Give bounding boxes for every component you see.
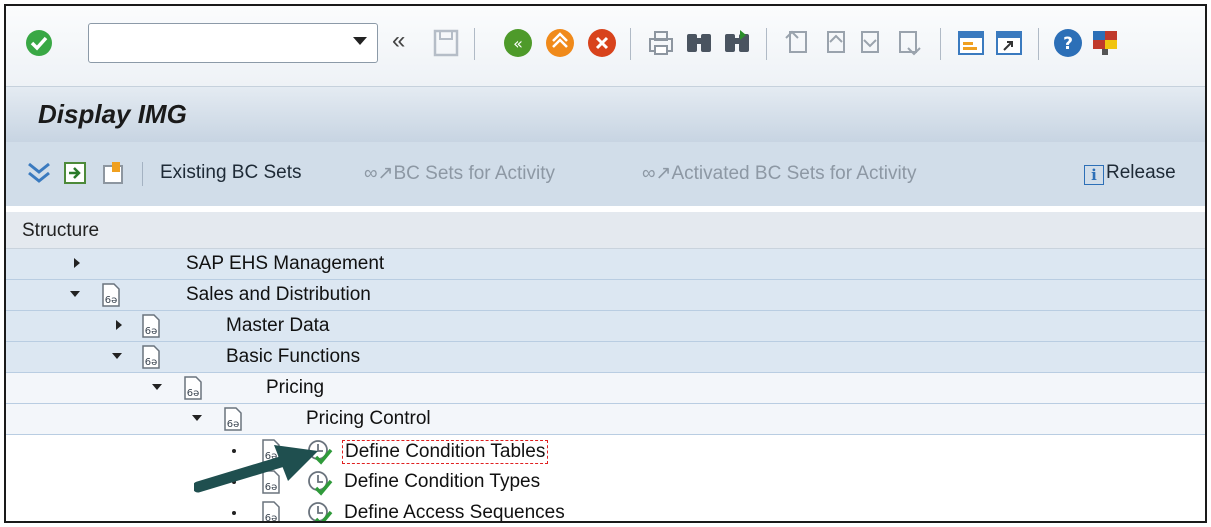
chevron-down-icon[interactable] xyxy=(353,37,367,45)
structure-column-header: Structure xyxy=(22,220,100,241)
bookmark-icon[interactable] xyxy=(100,160,126,186)
command-field[interactable] xyxy=(88,23,378,63)
expand-icon[interactable] xyxy=(74,258,80,268)
svg-text:?: ? xyxy=(1063,34,1073,54)
documentation-icon[interactable]: 6ə xyxy=(182,375,204,401)
page-title: Display IMG xyxy=(38,99,187,129)
bc-sets-glasses-icon: ∞↗ xyxy=(364,163,394,184)
next-page-icon[interactable] xyxy=(858,28,886,58)
tree-node-label: Sales and Distribution xyxy=(186,284,371,305)
tree-node-label: Pricing xyxy=(266,377,325,398)
svg-text:6ə: 6ə xyxy=(227,419,240,430)
info-icon: i xyxy=(1084,165,1104,185)
tree-node-label: Define Condition Types xyxy=(344,471,541,492)
last-page-icon[interactable] xyxy=(896,28,924,58)
collapse-icon[interactable] xyxy=(112,353,122,359)
create-session-icon[interactable] xyxy=(956,28,986,58)
documentation-icon[interactable]: 6ə xyxy=(140,313,162,339)
execute-activity-icon[interactable] xyxy=(306,500,334,523)
tree-row[interactable]: 6ə Define Condition Tables xyxy=(6,436,1205,467)
bc-sets-for-activity-label: BC Sets for Activity xyxy=(393,163,556,184)
layout-icon[interactable] xyxy=(1090,28,1120,58)
existing-bc-sets-button[interactable]: Existing BC Sets xyxy=(160,162,302,184)
tree-row[interactable]: 6ə Pricing xyxy=(6,373,1205,404)
release-label: Release xyxy=(1106,162,1176,183)
system-toolbar: « « ? xyxy=(6,6,1205,86)
svg-text:«: « xyxy=(513,34,523,53)
exit-icon[interactable] xyxy=(544,27,576,59)
help-icon[interactable]: ? xyxy=(1052,27,1084,59)
tree-node-label: Master Data xyxy=(226,315,330,336)
find-icon[interactable] xyxy=(684,28,714,58)
save-icon[interactable] xyxy=(432,28,460,58)
leaf-bullet xyxy=(232,511,236,515)
release-notes-button[interactable]: i Release xyxy=(1084,162,1176,185)
position-icon[interactable] xyxy=(62,160,88,186)
documentation-icon[interactable]: 6ə xyxy=(222,406,244,432)
tree-row[interactable]: 6ə Define Access Sequences xyxy=(6,498,1205,523)
svg-text:6ə: 6ə xyxy=(187,388,200,399)
tree-node-label-selected: Define Condition Tables xyxy=(342,440,549,464)
tree-row[interactable]: 6ə Basic Functions xyxy=(6,342,1205,373)
activated-bc-sets-button[interactable]: ∞↗Activated BC Sets for Activity xyxy=(642,162,916,185)
img-structure-tree: Structure SAP EHS Management 6ə Sales an… xyxy=(6,212,1205,523)
svg-text:6ə: 6ə xyxy=(265,513,278,523)
print-icon[interactable] xyxy=(646,28,676,58)
tree-node-label: Pricing Control xyxy=(306,408,431,429)
expand-all-icon[interactable] xyxy=(26,160,52,186)
documentation-icon[interactable]: 6ə xyxy=(260,500,282,523)
collapse-icon[interactable] xyxy=(70,291,80,297)
tree-header: Structure xyxy=(6,212,1205,249)
double-chevron-left-icon[interactable]: « xyxy=(392,27,405,55)
activated-bc-sets-glasses-icon: ∞↗ xyxy=(642,163,672,184)
svg-text:6ə: 6ə xyxy=(145,357,158,368)
tree-node-label: Basic Functions xyxy=(226,346,361,367)
documentation-icon[interactable]: 6ə xyxy=(140,344,162,370)
tree-row[interactable]: 6ə Master Data xyxy=(6,311,1205,342)
back-icon[interactable]: « xyxy=(502,27,534,59)
enter-icon[interactable] xyxy=(24,28,54,58)
tree-row[interactable]: 6ə Define Condition Types xyxy=(6,467,1205,498)
application-toolbar: Existing BC Sets ∞↗BC Sets for Activity … xyxy=(6,142,1205,206)
activated-bc-sets-label: Activated BC Sets for Activity xyxy=(671,163,917,184)
previous-page-icon[interactable] xyxy=(820,28,848,58)
cancel-icon[interactable] xyxy=(586,27,618,59)
expand-icon[interactable] xyxy=(116,320,122,330)
documentation-icon[interactable]: 6ə xyxy=(100,282,122,308)
first-page-icon[interactable] xyxy=(782,28,810,58)
sap-window: « « ? Display IMG Existing BC Sets ∞↗BC … xyxy=(4,4,1207,523)
collapse-icon[interactable] xyxy=(152,384,162,390)
tree-node-label: SAP EHS Management xyxy=(186,253,385,274)
annotation-arrow xyxy=(194,445,318,493)
title-bar: Display IMG xyxy=(6,86,1205,143)
shortcut-icon[interactable] xyxy=(994,28,1024,58)
tree-row[interactable]: SAP EHS Management xyxy=(6,249,1205,280)
tree-node-label: Define Access Sequences xyxy=(344,502,565,523)
tree-row[interactable]: 6ə Sales and Distribution xyxy=(6,280,1205,311)
svg-text:6ə: 6ə xyxy=(145,326,158,337)
find-next-icon[interactable] xyxy=(722,28,752,58)
collapse-icon[interactable] xyxy=(192,415,202,421)
svg-text:6ə: 6ə xyxy=(105,295,118,306)
tree-row[interactable]: 6ə Pricing Control xyxy=(6,404,1205,435)
bc-sets-for-activity-button[interactable]: ∞↗BC Sets for Activity xyxy=(364,162,555,185)
